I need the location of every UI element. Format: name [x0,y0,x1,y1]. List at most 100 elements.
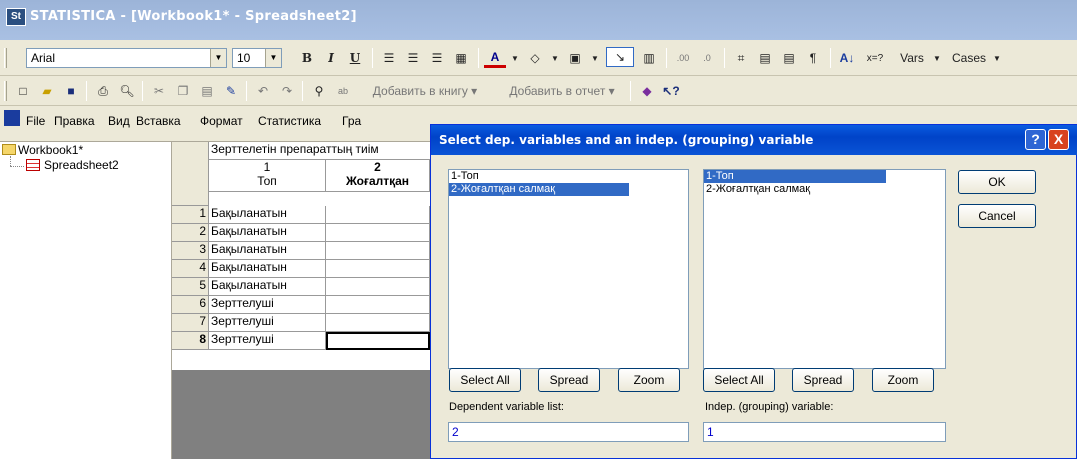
save-icon[interactable]: ■ [60,81,82,101]
close-icon[interactable]: X [1048,129,1069,150]
merge-icon[interactable]: ▦ [450,48,472,68]
copy-icon[interactable]: ❐ [172,81,194,101]
row-header[interactable]: 7 [172,314,209,332]
table-cell[interactable]: Бақыланатын [209,206,326,224]
find-icon[interactable]: ⚲ [308,81,330,101]
xeq-button[interactable]: x=? [860,48,890,68]
table-cell[interactable]: Зерттелуші [209,332,326,350]
row-header[interactable]: 6 [172,296,209,314]
spread-button[interactable]: Spread [538,368,600,392]
table-cell[interactable] [326,224,430,242]
undo-icon[interactable]: ↶ [252,81,274,101]
align-center-icon[interactable]: ☰ [402,48,424,68]
row-header[interactable]: 1 [172,206,209,224]
menu-format[interactable]: Формат [200,114,243,128]
statistica-macro-icon[interactable]: ◆ [636,81,658,101]
menu-graphs[interactable]: Гра [342,114,361,128]
table-cell[interactable]: Бақыланатын [209,278,326,296]
vars-button[interactable]: Vars [892,48,932,68]
table-cell[interactable] [326,206,430,224]
menu-view[interactable]: Вид [108,114,130,128]
borders-icon[interactable]: ▣ [564,48,586,68]
menu-insert[interactable]: Вставка [136,114,181,128]
cases-button[interactable]: Cases [946,48,992,68]
table-cell[interactable] [326,296,430,314]
print-preview-icon[interactable]: 🔍︎ [116,81,138,101]
text-labels-icon[interactable]: ¶ [802,48,824,68]
list-item[interactable]: 2-Жоғалтқан салмақ [704,183,945,196]
column-header-1[interactable]: 1 Топ [209,160,326,192]
row-header[interactable]: 8 [172,332,209,350]
table-cell[interactable]: Бақыланатын [209,242,326,260]
sort-button[interactable]: A↓ [836,48,858,68]
fill-color-icon[interactable]: ◇ [524,48,546,68]
all-specs-icon[interactable]: ▤ [778,48,800,68]
list-item[interactable]: 1-Топ [449,170,688,183]
align-left-icon[interactable]: ☰ [378,48,400,68]
grouping-variable-list[interactable]: 1-Топ 2-Жоғалтқан салмақ [703,169,946,369]
tree-root[interactable]: Workbook1* [18,143,83,157]
corner-cell[interactable] [172,142,209,206]
print-icon[interactable]: ⎙ [92,81,114,101]
font-select[interactable]: Arial ▼ [26,48,227,68]
grouping-variable-field[interactable]: 1 [703,422,946,442]
insert-variable-icon[interactable]: ⌗ [730,48,752,68]
chevron-down-icon[interactable]: ▼ [992,48,1002,68]
chevron-down-icon[interactable]: ▼ [210,49,226,67]
row-header[interactable]: 2 [172,224,209,242]
toolbar-grip[interactable] [4,81,7,101]
statistica-icon[interactable]: St [6,8,26,26]
open-folder-icon[interactable]: ▰ [36,81,58,101]
help-icon[interactable]: ? [1025,129,1046,150]
toolbar-grip[interactable] [4,48,7,68]
cancel-button[interactable]: Cancel [958,204,1036,228]
font-color-button[interactable]: A [484,48,506,68]
replace-icon[interactable]: ab [332,81,354,101]
dependent-variable-field[interactable]: 2 [448,422,689,442]
paste-icon[interactable]: ▤ [196,81,218,101]
table-cell[interactable] [326,314,430,332]
decrease-decimal-icon[interactable]: .0 [696,48,718,68]
redo-icon[interactable]: ↷ [276,81,298,101]
table-cell[interactable]: Бақыланатын [209,224,326,242]
zoom-button[interactable]: Zoom [618,368,680,392]
italic-button[interactable]: I [320,48,342,68]
menu-edit[interactable]: Правка [54,114,95,128]
underline-button[interactable]: U [344,48,366,68]
chevron-down-icon[interactable]: ▼ [548,48,562,68]
table-cell[interactable] [326,278,430,296]
add-to-workbook-button[interactable]: Добавить в книгу ▾ [356,81,494,101]
list-item[interactable]: 2-Жоғалтқан салмақ [449,183,629,196]
bold-button[interactable]: B [296,48,318,68]
chevron-down-icon[interactable]: ▼ [588,48,602,68]
help-pointer-icon[interactable]: ↖? [660,81,682,101]
chevron-down-icon[interactable]: ▼ [265,49,281,67]
align-right-icon[interactable]: ☰ [426,48,448,68]
menu-file[interactable]: File [26,114,45,128]
chevron-down-icon[interactable]: ▼ [508,48,522,68]
table-cell[interactable]: Бақыланатын [209,260,326,278]
table-cell[interactable] [326,332,430,350]
highlight-icon[interactable]: ↘ [606,47,634,67]
format-painter-icon[interactable]: ✎ [220,81,242,101]
row-header[interactable]: 3 [172,242,209,260]
table-cell[interactable]: Зерттелуші [209,296,326,314]
table-cell[interactable] [326,260,430,278]
font-size-select[interactable]: 10 ▼ [232,48,282,68]
select-all-button[interactable]: Select All [703,368,775,392]
list-item[interactable]: 1-Топ [704,170,886,183]
select-all-button[interactable]: Select All [449,368,521,392]
dependent-variable-list[interactable]: 1-Топ 2-Жоғалтқан салмақ [448,169,689,369]
menu-statistics[interactable]: Статистика [258,114,321,128]
column-header-2[interactable]: 2 Жоғалтқан [326,160,430,192]
grid-icon[interactable]: ▥ [638,48,660,68]
zoom-button[interactable]: Zoom [872,368,934,392]
add-to-report-button[interactable]: Добавить в отчет ▾ [500,81,624,101]
document-icon[interactable] [4,110,20,126]
row-header[interactable]: 4 [172,260,209,278]
spread-button[interactable]: Spread [792,368,854,392]
ok-button[interactable]: OK [958,170,1036,194]
variable-spec-icon[interactable]: ▤ [754,48,776,68]
table-cell[interactable]: Зерттелуші [209,314,326,332]
row-header[interactable]: 5 [172,278,209,296]
